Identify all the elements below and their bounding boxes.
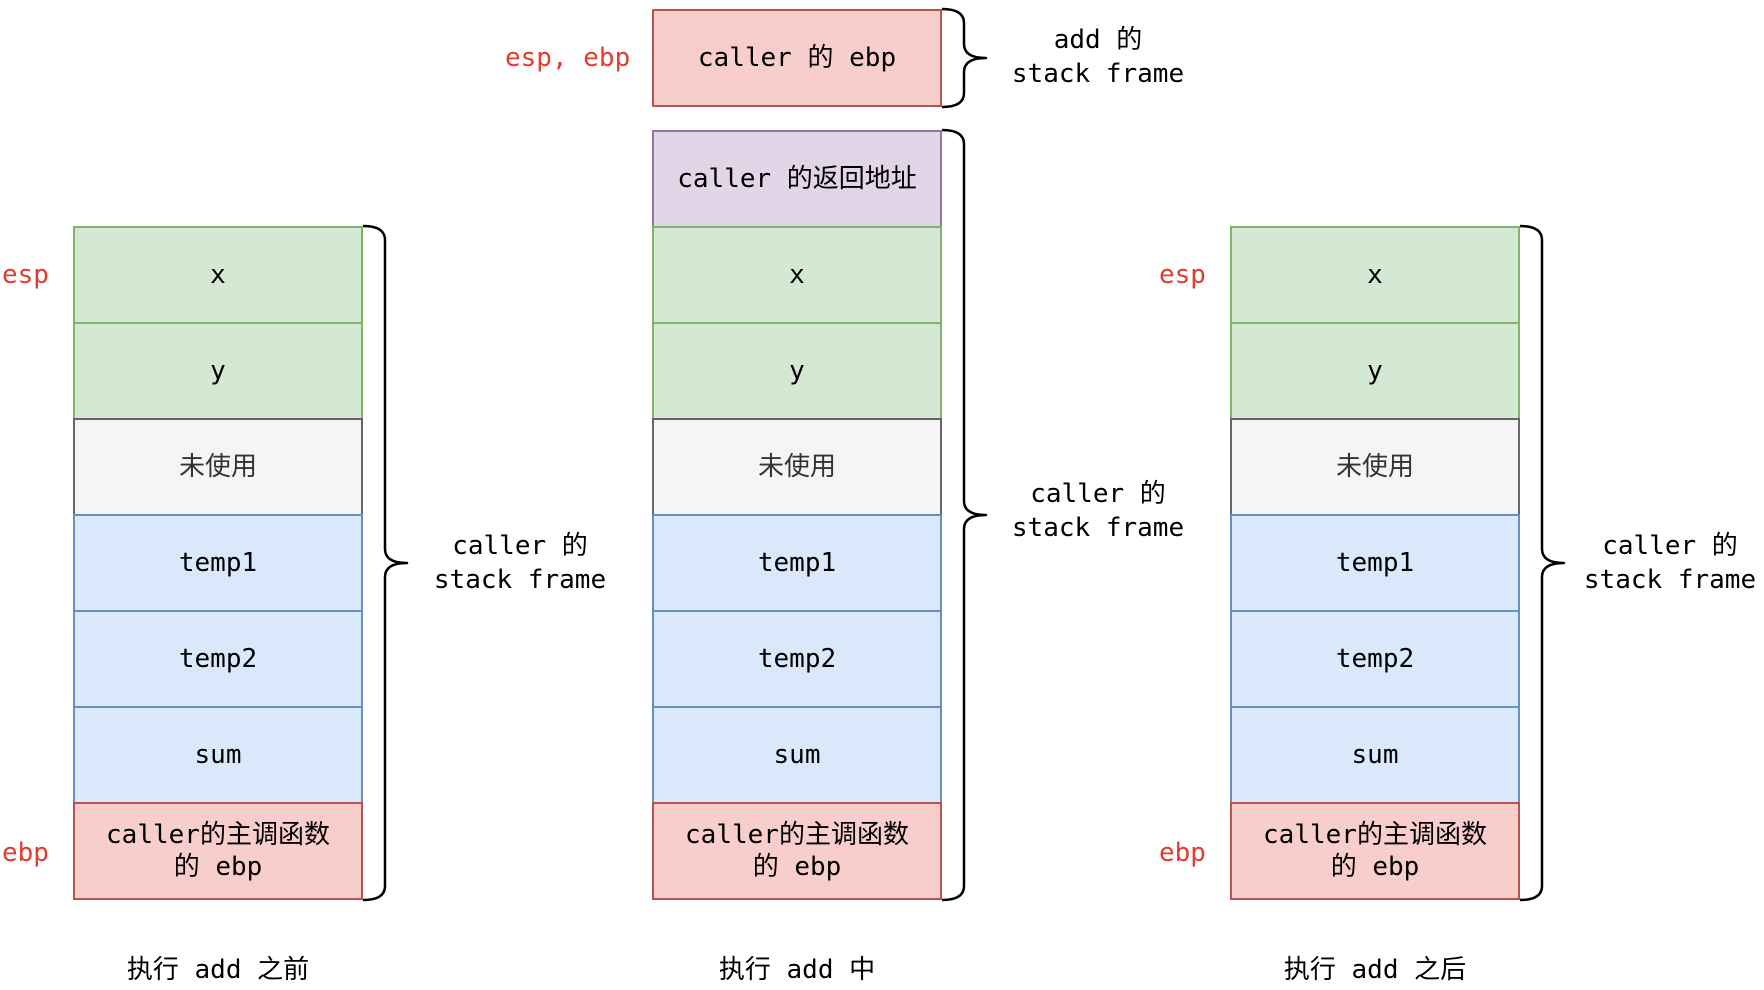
caller-stack-frame-label: caller 的 stack frame <box>1008 477 1188 545</box>
stack-cell-label: caller的主调函数 <box>685 820 909 850</box>
caller-frame-brace-during <box>941 128 988 902</box>
stack-cell-label: caller的主调函数 <box>106 820 330 850</box>
stack-cell-label: x <box>789 260 805 290</box>
stack-cell: y <box>1230 322 1520 420</box>
caption-during-add: 执行 add 中 <box>718 955 876 985</box>
caller-stack-frame-label: caller 的 stack frame <box>430 529 610 597</box>
caption-after-add: 执行 add 之后 <box>1283 955 1467 985</box>
stack-cell-label: temp2 <box>757 644 837 674</box>
stack-cell: caller的主调函数的 ebp <box>652 802 942 900</box>
frame-label-line1: caller 的 <box>1030 479 1166 509</box>
frame-label-line2: stack frame <box>1583 565 1757 595</box>
stack-cell: temp2 <box>1230 610 1520 708</box>
stack-cell-label: sum <box>773 740 821 770</box>
frame-label-line1: caller 的 <box>1602 531 1738 561</box>
stack-cell-label: 未使用 <box>757 452 836 482</box>
stack-cell-label: 的 ebp <box>1330 852 1420 882</box>
add-stack-frame-label: add 的 stack frame <box>1008 23 1188 91</box>
stack-cell: caller 的 ebp <box>652 9 942 107</box>
stack-cell: y <box>73 322 363 420</box>
stack-cell-label: caller 的返回地址 <box>677 164 917 194</box>
stack-cell: 未使用 <box>1230 418 1520 516</box>
stack-cell: temp2 <box>652 610 942 708</box>
caller-frame-brace-before <box>362 224 409 902</box>
stack-cell: caller的主调函数的 ebp <box>1230 802 1520 900</box>
frame-label-line1: caller 的 <box>452 531 588 561</box>
frame-label-line2: stack frame <box>1011 59 1185 89</box>
stack-cell: sum <box>652 706 942 804</box>
stack-before-add: x y 未使用 temp1 temp2 sum caller的主调函数的 ebp <box>73 226 363 900</box>
stack-cell-label: 的 ebp <box>173 852 263 882</box>
stack-cell-label: 未使用 <box>178 452 257 482</box>
stack-cell-label: temp2 <box>1335 644 1415 674</box>
stack-during-add: caller 的返回地址 x y 未使用 temp1 temp2 sum caller的主调函… <box>652 130 942 900</box>
stack-cell-label: y <box>1367 356 1383 386</box>
stack-cell-label: 未使用 <box>1335 452 1414 482</box>
stack-cell-label: caller 的 ebp <box>697 43 897 73</box>
frame-label-line1: add 的 <box>1053 25 1143 55</box>
stack-cell-label: temp1 <box>757 548 837 578</box>
stack-cell: temp1 <box>652 514 942 612</box>
stack-cell: temp1 <box>1230 514 1520 612</box>
stack-cell-label: x <box>1367 260 1383 290</box>
stack-cell: y <box>652 322 942 420</box>
stack-cell-label: sum <box>194 740 242 770</box>
stack-cell: temp2 <box>73 610 363 708</box>
frame-label-line2: stack frame <box>433 565 607 595</box>
stack-cell-label: sum <box>1351 740 1399 770</box>
stack-cell: sum <box>1230 706 1520 804</box>
frame-label-line2: stack frame <box>1011 513 1185 543</box>
stack-cell: caller 的返回地址 <box>652 130 942 228</box>
stack-cell: x <box>73 226 363 324</box>
caller-frame-brace-after <box>1519 224 1566 902</box>
add-frame-brace <box>941 7 988 109</box>
ebp-register-label: ebp <box>1159 838 1206 868</box>
stack-after-add: x y 未使用 temp1 temp2 sum caller的主调函数的 ebp <box>1230 226 1520 900</box>
stack-cell-label: y <box>789 356 805 386</box>
stack-cell-label: caller的主调函数 <box>1263 820 1487 850</box>
stack-cell: caller的主调函数的 ebp <box>73 802 363 900</box>
stack-cell-label: x <box>210 260 226 290</box>
caption-before-add: 执行 add 之前 <box>126 955 310 985</box>
caller-stack-frame-label: caller 的 stack frame <box>1582 529 1758 597</box>
add-stack-frame: caller 的 ebp <box>652 9 942 107</box>
stack-cell-label: temp2 <box>178 644 258 674</box>
stack-cell: 未使用 <box>652 418 942 516</box>
stack-cell: temp1 <box>73 514 363 612</box>
stack-cell-label: 的 ebp <box>752 852 842 882</box>
stack-cell-label: temp1 <box>1335 548 1415 578</box>
stack-cell: 未使用 <box>73 418 363 516</box>
stack-cell: x <box>1230 226 1520 324</box>
stack-cell: sum <box>73 706 363 804</box>
esp-ebp-register-label: esp, ebp <box>505 43 631 73</box>
stack-cell-label: temp1 <box>178 548 258 578</box>
stack-cell: x <box>652 226 942 324</box>
esp-register-label: esp <box>1159 260 1206 290</box>
ebp-register-label: ebp <box>2 838 49 868</box>
esp-register-label: esp <box>2 260 49 290</box>
stack-cell-label: y <box>210 356 226 386</box>
